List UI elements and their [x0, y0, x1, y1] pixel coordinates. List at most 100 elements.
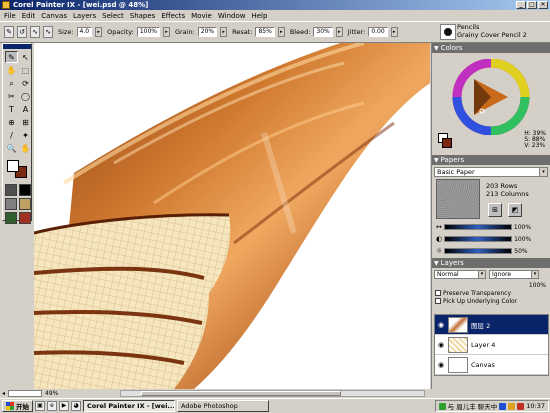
paint-bucket-icon[interactable]: ⊞ — [19, 116, 32, 128]
size-field[interactable]: 4.0 — [76, 27, 93, 37]
brush-tool-icon[interactable]: ✎ — [4, 26, 14, 38]
color-wheel[interactable] — [446, 59, 536, 135]
close-button[interactable]: ✕ — [538, 1, 548, 9]
grabber-icon[interactable]: ✋ — [5, 64, 18, 76]
grain-field[interactable]: 20% — [197, 27, 218, 37]
tray-chat-text[interactable]: 与 眉儿丰 聊天中 — [448, 401, 498, 411]
clock[interactable]: 10:37 — [526, 402, 545, 410]
qq-icon[interactable]: ◕ — [71, 401, 81, 411]
menu-help[interactable]: Help — [251, 12, 267, 20]
taskbar-item-painter[interactable]: Corel Painter IX - [wei... — [83, 400, 175, 412]
menu-layers[interactable]: Layers — [73, 12, 96, 20]
hand-icon[interactable]: ✋ — [19, 142, 32, 154]
rectangular-selection-icon[interactable]: ⬚ — [19, 64, 32, 76]
nozzle-selector-swatch[interactable] — [19, 212, 31, 224]
menu-window[interactable]: Window — [218, 12, 246, 20]
layer-opacity-value[interactable]: 100% — [529, 282, 546, 289]
dropdown-arrow-icon[interactable]: ▾ — [478, 271, 485, 278]
stroke-type-2-icon[interactable]: ∿ — [43, 26, 53, 38]
scroll-left-icon[interactable]: ◂ — [2, 390, 5, 397]
composite-depth-select[interactable]: Ignore ▾ — [489, 270, 539, 279]
menu-movie[interactable]: Movie — [191, 12, 212, 20]
magnifier-icon[interactable]: 🔍 — [5, 142, 18, 154]
size-stepper-icon[interactable]: ▸ — [95, 27, 103, 37]
taskbar-item-photoshop[interactable]: Adobe Photoshop — [177, 400, 269, 412]
tray-app-icon[interactable] — [508, 402, 516, 410]
zoom-slider[interactable] — [8, 389, 43, 397]
resat-stepper-icon[interactable]: ▸ — [277, 27, 285, 37]
color-selector[interactable] — [5, 158, 29, 180]
layer-adjuster-icon[interactable]: ↖ — [19, 51, 32, 63]
jitter-field[interactable]: 0.00 — [368, 27, 388, 37]
brush-selector[interactable]: Pencils Grainy Cover Pencil 2 — [429, 21, 550, 43]
pen-icon[interactable]: / — [5, 129, 18, 141]
eye-icon[interactable]: ◉ — [437, 361, 445, 369]
paper-brightness-slider[interactable] — [444, 248, 513, 254]
show-desktop-icon[interactable]: ▣ — [35, 401, 45, 411]
canvas[interactable] — [34, 43, 430, 389]
menu-file[interactable]: File — [4, 12, 16, 20]
collapse-triangle-icon[interactable]: ▼ — [434, 260, 439, 267]
minimize-button[interactable]: _ — [516, 1, 526, 9]
media-player-icon[interactable]: ▶ — [59, 401, 69, 411]
preserve-transparency-checkbox[interactable] — [435, 290, 441, 296]
reset-tool-icon[interactable]: ↺ — [17, 26, 27, 38]
menu-effects[interactable]: Effects — [161, 12, 185, 20]
text-icon[interactable]: T — [5, 103, 18, 115]
crop-icon[interactable]: ✂ — [5, 90, 18, 102]
eye-icon[interactable]: ◉ — [437, 321, 445, 329]
menu-shapes[interactable]: Shapes — [130, 12, 156, 20]
bleed-field[interactable]: 30% — [313, 27, 333, 37]
brush-tool-icon[interactable]: ✎ — [5, 51, 18, 63]
weave-selector-swatch[interactable] — [19, 198, 31, 210]
look-selector-swatch[interactable] — [5, 212, 17, 224]
grain-stepper-icon[interactable]: ▸ — [220, 27, 228, 37]
lasso-icon[interactable]: ⌕ — [5, 77, 18, 89]
colors-palette-header[interactable]: ▼ Colors — [432, 43, 550, 53]
pick-up-color-checkbox[interactable] — [435, 298, 441, 304]
preserve-transparency-row[interactable]: Preserve Transparency — [432, 289, 550, 297]
composite-method-select[interactable]: Normal ▾ — [434, 270, 486, 279]
start-button[interactable]: 开始 — [2, 400, 33, 412]
make-paper-icon[interactable]: ◩ — [508, 203, 522, 217]
layers-palette-header[interactable]: ▼ Layers — [432, 258, 550, 268]
stroke-type-icon[interactable]: ∿ — [30, 26, 40, 38]
resat-field[interactable]: 85% — [255, 27, 275, 37]
horizontal-scrollbar[interactable] — [120, 390, 425, 397]
antivirus-icon[interactable] — [517, 402, 525, 410]
menu-canvas[interactable]: Canvas — [41, 12, 67, 20]
divine-proportion-icon[interactable]: ✦ — [19, 129, 32, 141]
maximize-button[interactable]: □ — [527, 1, 537, 9]
layer-item[interactable]: ◉ Layer 4 — [435, 335, 548, 355]
volume-icon[interactable] — [499, 402, 507, 410]
paper-contrast-slider[interactable] — [444, 236, 513, 242]
jitter-stepper-icon[interactable]: ▸ — [390, 27, 398, 37]
invert-paper-icon[interactable]: ⊞ — [488, 203, 502, 217]
opacity-field[interactable]: 100% — [136, 27, 160, 37]
collapse-triangle-icon[interactable]: ▼ — [434, 45, 439, 52]
paper-selector-swatch[interactable] — [5, 184, 17, 196]
gradient-selector-swatch[interactable] — [19, 184, 31, 196]
paper-select[interactable]: Basic Paper ▾ — [434, 167, 548, 177]
shape-selection-icon[interactable]: A — [19, 103, 32, 115]
rotate-page-icon[interactable]: ⟳ — [19, 77, 32, 89]
layer-item[interactable]: ◉ Canvas — [435, 355, 548, 375]
paper-scale-slider[interactable] — [443, 224, 512, 230]
bleed-stepper-icon[interactable]: ▸ — [335, 27, 343, 37]
main-color-swatch[interactable] — [7, 160, 19, 172]
opacity-stepper-icon[interactable]: ▸ — [162, 27, 170, 37]
browser-icon[interactable]: e — [47, 401, 57, 411]
additional-color-swatch-palette[interactable] — [442, 138, 452, 148]
network-icon[interactable] — [438, 402, 446, 410]
collapse-triangle-icon[interactable]: ▼ — [434, 157, 439, 164]
oval-shape-icon[interactable]: ◯ — [19, 90, 32, 102]
pattern-selector-swatch[interactable] — [5, 198, 17, 210]
dropdown-arrow-icon[interactable]: ▾ — [531, 271, 538, 278]
menu-edit[interactable]: Edit — [22, 12, 36, 20]
dropdown-arrow-icon[interactable]: ▾ — [539, 168, 547, 176]
papers-palette-header[interactable]: ▼ Papers — [432, 155, 550, 165]
eye-icon[interactable]: ◉ — [437, 341, 445, 349]
scrollbar-thumb[interactable] — [141, 391, 341, 396]
dropper-icon[interactable]: ⊕ — [5, 116, 18, 128]
menu-select[interactable]: Select — [102, 12, 124, 20]
